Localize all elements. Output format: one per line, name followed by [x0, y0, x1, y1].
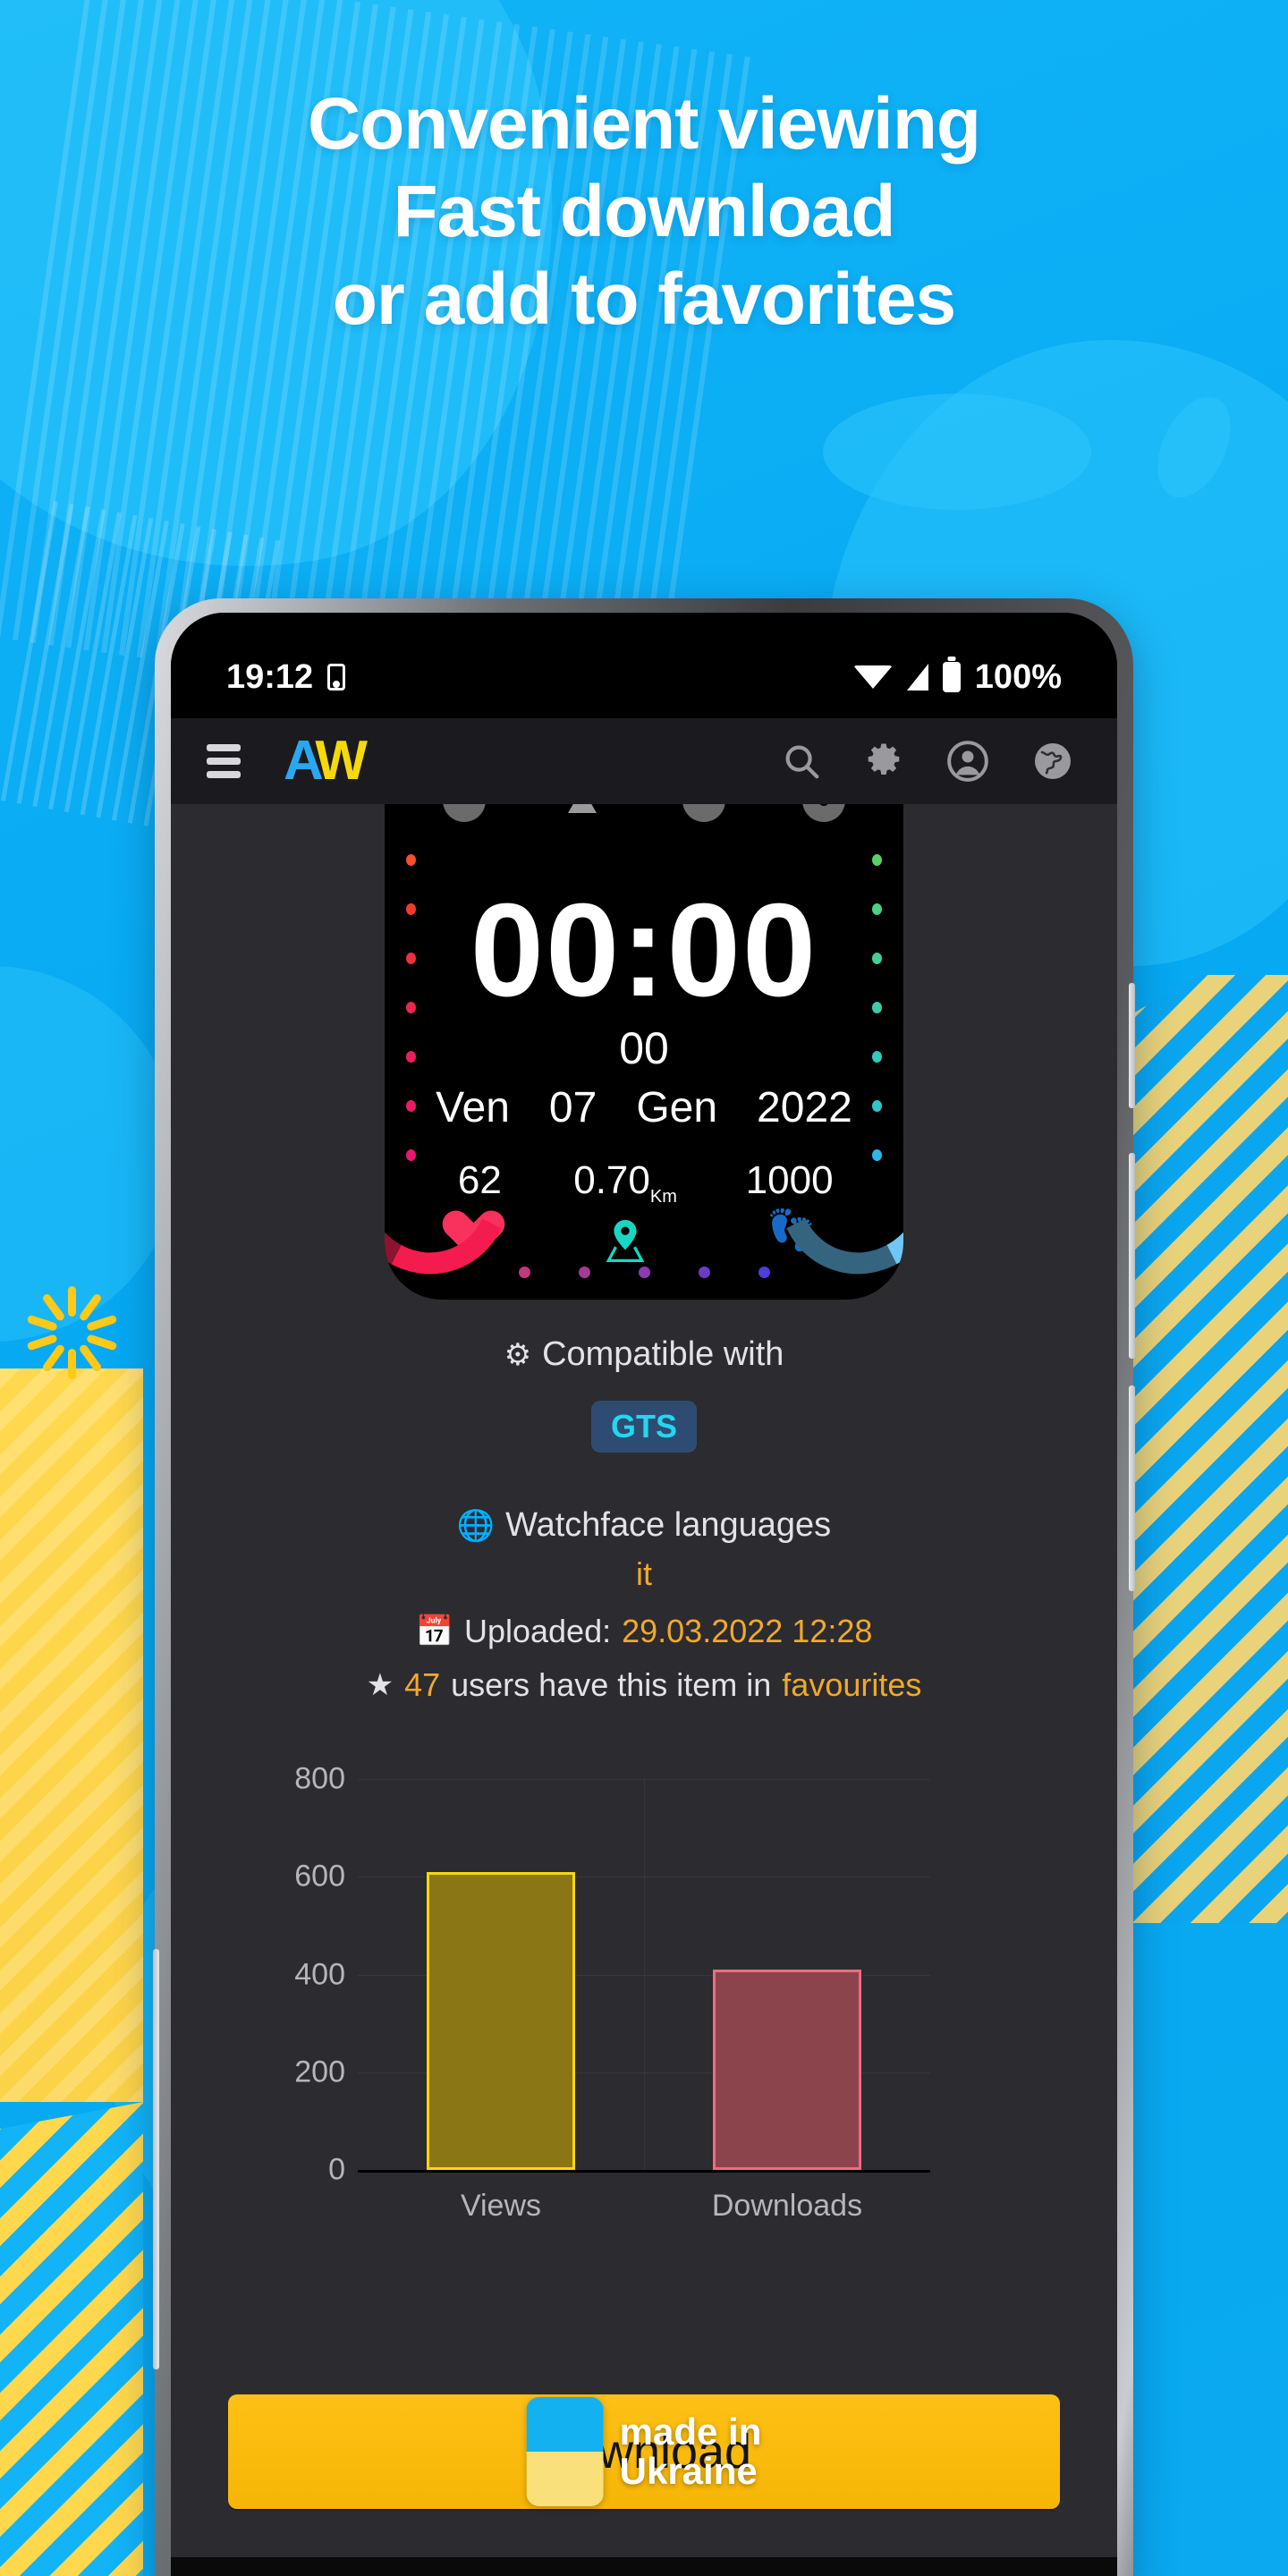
chart-y-tick-label: 800: [294, 1761, 345, 1796]
search-icon[interactable]: [781, 741, 822, 782]
download-section: Download made in Ukraine: [171, 2394, 1117, 2509]
phone-side-button[interactable]: [1129, 1153, 1135, 1359]
headline-line-1: Convenient viewing: [308, 83, 981, 165]
signal-icon: [906, 664, 928, 691]
watchface-seconds: 00: [619, 1023, 669, 1073]
complication-distance: 0.70Km: [573, 1158, 677, 1269]
phone-side-button-left[interactable]: [153, 1949, 159, 2369]
uploaded-value: 29.03.2022 12:28: [622, 1613, 873, 1649]
chart-bar[interactable]: Downloads: [712, 1970, 862, 2223]
watchface-bluetooth-icon: [563, 804, 606, 822]
uploaded-label: Uploaded:: [463, 1613, 612, 1649]
battery-icon: [942, 662, 961, 692]
compatibility-section: ⚙ Compatible with GTS: [171, 1335, 1117, 1453]
status-time: 19:12: [226, 657, 314, 696]
favourites-text: users have this item in: [451, 1666, 772, 1703]
favourites-count: 47: [404, 1666, 441, 1703]
watchface-status-icons: [385, 804, 903, 822]
gear-icon[interactable]: [863, 741, 904, 782]
chart-y-tick-label: 400: [294, 1957, 345, 1991]
phone-side-button[interactable]: [1129, 983, 1135, 1108]
favourites-link[interactable]: favourites: [782, 1666, 921, 1704]
globe-icon: 🌐: [456, 1508, 496, 1543]
stats-bar-chart: 0 200 400 600 800 Views Downloads: [294, 1762, 930, 2223]
download-button[interactable]: Download made in Ukraine: [228, 2394, 1060, 2509]
location-pin-icon: [599, 1215, 651, 1269]
languages-row: 🌐 Watchface languages: [171, 1506, 1117, 1545]
favourites-row: ★ 47 users have this item in favourites: [171, 1666, 1117, 1704]
logo-letter-w: W: [315, 730, 367, 792]
status-bar: 19:12 100%: [171, 613, 1117, 718]
chart-bar[interactable]: Views: [426, 1871, 576, 2223]
watchface-bottom-dots: [385, 1267, 903, 1278]
languages-label: Watchface languages: [505, 1506, 832, 1544]
watchface-day: 07: [548, 1084, 597, 1131]
chart-x-tick-label: Downloads: [711, 2189, 863, 2223]
gears-icon: ⚙: [504, 1337, 532, 1372]
chart-y-tick-label: 0: [328, 2152, 345, 2187]
chart-y-tick-label: 200: [294, 2055, 345, 2089]
account-icon[interactable]: [945, 739, 990, 784]
app-header: AW: [171, 718, 1117, 804]
hamburger-menu-icon[interactable]: [207, 744, 241, 778]
chart-y-tick-label: 600: [294, 1859, 345, 1894]
phone-screen: 19:12 100% AW 00:00 00 Ven 07 Gen 2022 6…: [171, 613, 1117, 2576]
battery-percent: 100%: [974, 657, 1062, 696]
languages-value[interactable]: it: [171, 1555, 1117, 1593]
device-badge-gts[interactable]: GTS: [590, 1401, 697, 1453]
decor-yellow-panel-left: [0, 1368, 143, 2102]
watchface-time: 00:00: [470, 877, 818, 1024]
metadata-section: 🌐 Watchface languages it 📅 Uploaded: 29.…: [171, 1506, 1117, 1704]
decor-blob: [823, 394, 1091, 510]
phone-side-button[interactable]: [1129, 1385, 1135, 1591]
compatible-label: Compatible with: [542, 1335, 784, 1373]
logo-letter-a: A: [284, 730, 320, 792]
uploaded-row: 📅 Uploaded: 29.03.2022 12:28: [171, 1613, 1117, 1650]
watchface-battery-icon: [443, 804, 486, 822]
star-icon: ★: [366, 1668, 394, 1702]
globe-icon[interactable]: [1031, 740, 1074, 783]
watchface-heart-status-icon: [682, 804, 725, 822]
watchface-alarm-icon: [802, 804, 845, 822]
watchface-preview[interactable]: 00:00 00 Ven 07 Gen 2022 62 0.70Km 1000 …: [385, 804, 903, 1300]
chart-plot-area: Views Downloads: [358, 1779, 930, 2223]
headline-line-2: Fast download: [393, 171, 896, 252]
chart-x-axis: [358, 2170, 930, 2173]
phone-mockup: 19:12 100% AW 00:00 00 Ven 07 Gen 2022 6…: [153, 598, 1135, 2576]
calendar-icon: 📅: [415, 1614, 453, 1648]
app-content: 00:00 00 Ven 07 Gen 2022 62 0.70Km 1000 …: [171, 804, 1117, 2557]
wifi-icon: [852, 665, 893, 689]
chart-x-tick-label: Views: [460, 2189, 542, 2223]
app-logo[interactable]: AW: [284, 730, 368, 792]
complication-value: 0.70Km: [573, 1158, 677, 1207]
speaker-icon: [327, 664, 346, 691]
chart-gridline: [644, 1779, 645, 2170]
headline-line-3: or add to favorites: [332, 258, 956, 340]
decor-blue-stripes-bottom-left: [0, 2102, 143, 2576]
watchface-month: Gen: [636, 1084, 718, 1131]
promo-headline: Convenient viewing Fast download or add …: [0, 80, 1288, 343]
compatible-row: ⚙ Compatible with: [171, 1335, 1117, 1374]
sparkle-icon: [20, 1279, 127, 1386]
download-button-label: Download: [536, 2425, 752, 2479]
